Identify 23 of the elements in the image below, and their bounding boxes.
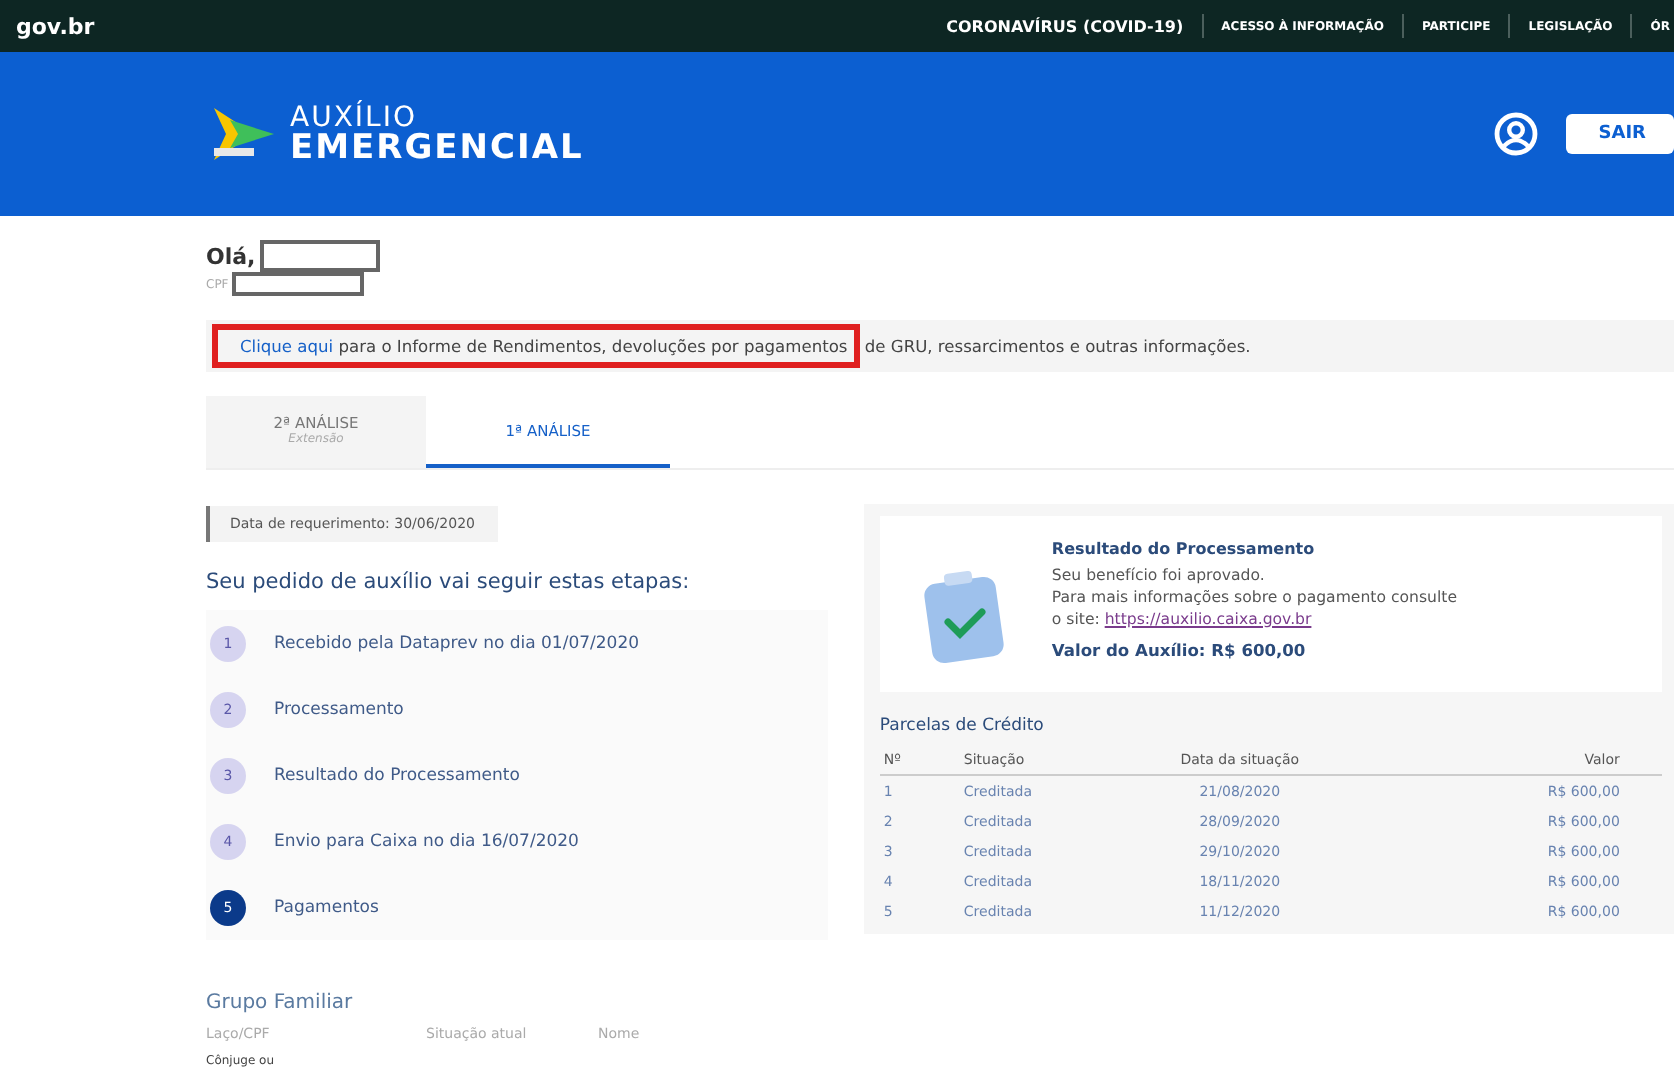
notice-text: Clique aqui para o Informe de Rendimentos, devoluções por pagamentos de GRU, ressarcimentos e outras informações. (212, 320, 1646, 372)
result-title: Resultado do Processamento (1051, 540, 1317, 558)
step-label: Pagamentos (274, 897, 379, 917)
redaction-box (259, 240, 380, 272)
brand-title: EMERGENCIAL (290, 131, 584, 165)
notice-link[interactable]: Clique aqui (240, 336, 334, 356)
benefit-value: Valor do Auxílio: R$ 600,00 (1051, 639, 1308, 660)
step-label: Processamento (274, 699, 404, 719)
steps-title: Seu pedido de auxílio vai seguir estas etapas: (206, 570, 692, 594)
brand-title: AUXÍLIO (290, 103, 417, 131)
redaction-box (232, 272, 365, 296)
greeting-text: Olá, (206, 243, 256, 269)
nav-link[interactable]: CORONAVÍRUS (COVID-19) (946, 17, 1184, 35)
step-label: Recebido pela Dataprev no dia 01/07/2020 (274, 633, 640, 653)
user-icon[interactable] (1494, 112, 1539, 156)
step-label: Resultado do Processamento (274, 765, 520, 785)
chevron-logo-icon (210, 104, 278, 164)
step-label: Envio para Caixa no dia 16/07/2020 (274, 831, 579, 851)
section-title: Grupo Familiar (206, 992, 355, 1014)
logout-button[interactable]: SAIR (1566, 114, 1674, 154)
govbr-logo[interactable]: gov.br (16, 13, 95, 39)
section-title: Parcelas de Crédito (879, 716, 1046, 736)
clipboard-check-icon (919, 568, 1008, 668)
